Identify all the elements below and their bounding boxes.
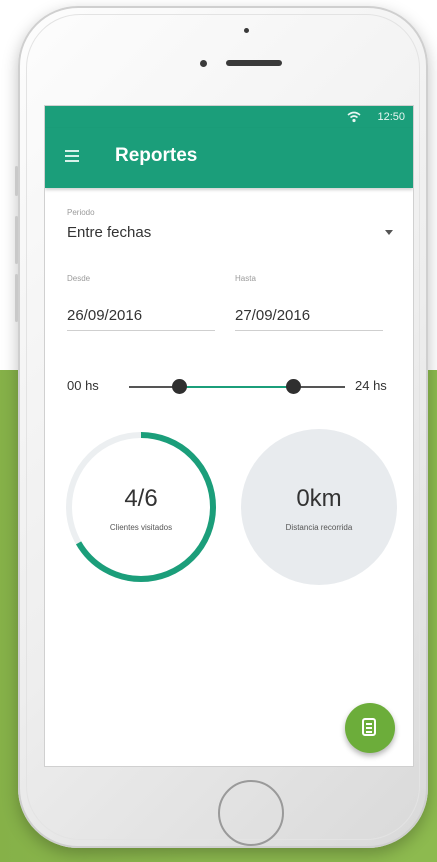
- wifi-icon: [347, 111, 361, 123]
- distance-value: 0km: [296, 485, 342, 512]
- to-label: Hasta: [235, 274, 256, 283]
- volume-down-button: [15, 274, 18, 322]
- clients-visited-caption: Clientes visitados: [109, 523, 173, 532]
- period-select[interactable]: Entre fechas: [67, 224, 151, 241]
- front-camera: [200, 60, 207, 67]
- home-button[interactable]: [218, 780, 284, 846]
- to-date-underline: [235, 330, 383, 331]
- app-screen: 12:50 Reportes Periodo Entre fechas Desd…: [45, 106, 413, 766]
- hours-slider-end-thumb[interactable]: [286, 379, 301, 394]
- distance-stat: 0km Distancia recorrida: [241, 429, 397, 585]
- report-fab-button[interactable]: [345, 703, 395, 753]
- mute-switch: [15, 166, 18, 196]
- chevron-down-icon[interactable]: [385, 230, 393, 235]
- hamburger-menu-icon[interactable]: [65, 150, 79, 162]
- clients-visited-value: 4/6: [124, 485, 158, 512]
- earpiece-speaker: [226, 60, 282, 66]
- period-label: Periodo: [67, 208, 95, 217]
- from-date-input[interactable]: 26/09/2016: [67, 307, 142, 324]
- hours-slider-selected-range: [179, 386, 293, 388]
- hours-max-label: 24 hs: [355, 378, 387, 393]
- app-bar: Reportes: [45, 128, 413, 188]
- to-date-input[interactable]: 27/09/2016: [235, 307, 310, 324]
- hours-min-label: 00 hs: [67, 378, 99, 393]
- from-date-underline: [67, 330, 215, 331]
- clients-visited-stat: 4/6 Clientes visitados: [63, 429, 219, 585]
- page-title: Reportes: [115, 145, 198, 166]
- from-label: Desde: [67, 274, 91, 283]
- volume-up-button: [15, 216, 18, 264]
- proximity-sensor: [244, 28, 249, 33]
- report-document-icon: [362, 718, 376, 736]
- distance-caption: Distancia recorrida: [285, 523, 353, 532]
- hours-slider-start-thumb[interactable]: [172, 379, 187, 394]
- status-bar: 12:50: [45, 106, 413, 128]
- status-time: 12:50: [377, 111, 405, 123]
